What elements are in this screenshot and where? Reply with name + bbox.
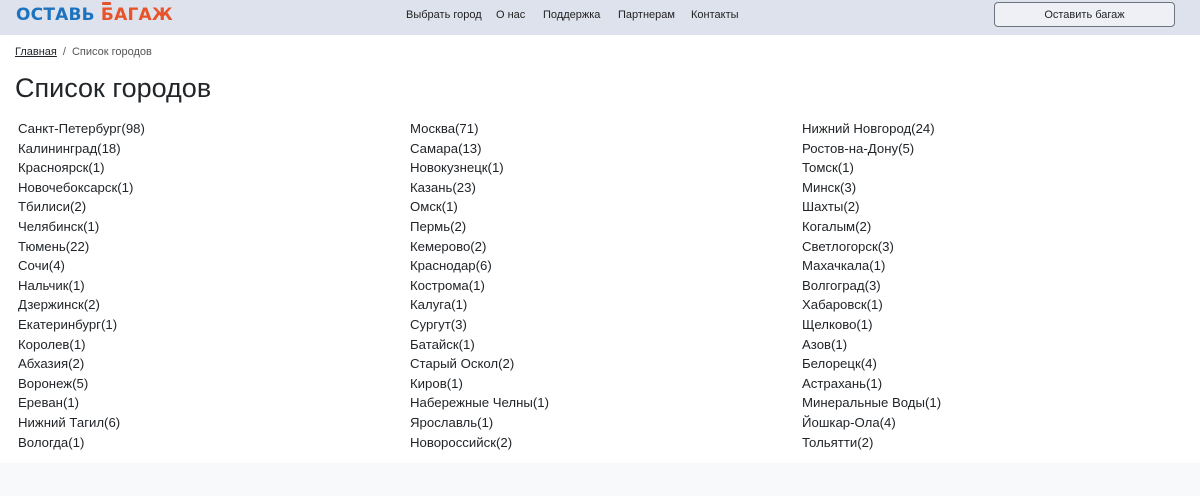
city-link[interactable]: Белорецк(4) xyxy=(802,354,1162,374)
city-link[interactable]: Щелково(1) xyxy=(802,315,1162,335)
logo-text-part2: БАГАЖ xyxy=(101,5,173,25)
city-list-column-2: Москва(71) Самара(13) Новокузнецк(1) Казань… xyxy=(410,119,770,452)
city-link[interactable]: Калуга(1) xyxy=(410,295,770,315)
city-link[interactable]: Абхазия(2) xyxy=(18,354,378,374)
city-link[interactable]: Минск(3) xyxy=(802,178,1162,198)
site-logo[interactable]: ОСТАВЬ БАГАЖ xyxy=(16,5,173,25)
city-link[interactable]: Дзержинск(2) xyxy=(18,295,378,315)
city-link[interactable]: Санкт-Петербург(98) xyxy=(18,119,378,139)
city-list-column-1: Санкт-Петербург(98) Калининград(18) Красно… xyxy=(18,119,378,452)
city-link[interactable]: Королев(1) xyxy=(18,335,378,355)
city-link[interactable]: Екатеринбург(1) xyxy=(18,315,378,335)
city-link[interactable]: Набережные Челны(1) xyxy=(410,393,770,413)
city-link[interactable]: Калининград(18) xyxy=(18,139,378,159)
breadcrumb: Главная / Список городов xyxy=(15,46,152,58)
breadcrumb-home-link[interactable]: Главная xyxy=(15,46,57,58)
main-content: Главная / Список городов Список городов Са… xyxy=(0,35,1200,463)
city-link[interactable]: Светлогорск(3) xyxy=(802,237,1162,257)
city-link[interactable]: Махачкала(1) xyxy=(802,256,1162,276)
leave-luggage-button[interactable]: Оставить багаж xyxy=(994,2,1175,27)
city-link[interactable]: Хабаровск(1) xyxy=(802,295,1162,315)
city-link[interactable]: Новокузнецк(1) xyxy=(410,158,770,178)
city-link[interactable]: Сургут(3) xyxy=(410,315,770,335)
city-link[interactable]: Шахты(2) xyxy=(802,197,1162,217)
logo-text-part2-first: Б xyxy=(100,5,115,25)
city-link[interactable]: Тюмень(22) xyxy=(18,237,378,257)
city-link[interactable]: Батайск(1) xyxy=(410,335,770,355)
nav-partners[interactable]: Партнерам xyxy=(618,9,675,21)
nav-support[interactable]: Поддержка xyxy=(543,9,600,21)
city-link[interactable]: Ярославль(1) xyxy=(410,413,770,433)
top-navbar: ОСТАВЬ БАГАЖ Выбрать город О нас Поддерж… xyxy=(0,0,1200,35)
city-list-column-3: Нижний Новгород(24) Ростов-на-Дону(5) Томс… xyxy=(802,119,1162,452)
city-link[interactable]: Нижний Новгород(24) xyxy=(802,119,1162,139)
city-link[interactable]: Томск(1) xyxy=(802,158,1162,178)
city-link[interactable]: Минеральные Воды(1) xyxy=(802,393,1162,413)
logo-text-part2-rest: АГАЖ xyxy=(114,5,173,25)
city-link[interactable]: Краснодар(6) xyxy=(410,256,770,276)
city-link[interactable]: Тбилиси(2) xyxy=(18,197,378,217)
breadcrumb-current: Список городов xyxy=(71,46,152,58)
city-link[interactable]: Йошкар-Ола(4) xyxy=(802,413,1162,433)
city-link[interactable]: Волгоград(3) xyxy=(802,276,1162,296)
city-link[interactable]: Казань(23) xyxy=(410,178,770,198)
nav-about[interactable]: О нас xyxy=(496,9,525,21)
nav-contacts[interactable]: Контакты xyxy=(691,9,739,21)
city-link[interactable]: Сочи(4) xyxy=(18,256,378,276)
city-link[interactable]: Новороссийск(2) xyxy=(410,433,770,453)
city-link[interactable]: Красноярск(1) xyxy=(18,158,378,178)
city-link[interactable]: Самара(13) xyxy=(410,139,770,159)
city-link[interactable]: Нижний Тагил(6) xyxy=(18,413,378,433)
city-link[interactable]: Когалым(2) xyxy=(802,217,1162,237)
nav-choose-city[interactable]: Выбрать город xyxy=(406,9,482,21)
city-link[interactable]: Астрахань(1) xyxy=(802,374,1162,394)
city-link[interactable]: Челябинск(1) xyxy=(18,217,378,237)
city-link[interactable]: Москва(71) xyxy=(410,119,770,139)
page-title: Список городов xyxy=(15,73,212,103)
city-link[interactable]: Новочебоксарск(1) xyxy=(18,178,378,198)
city-link[interactable]: Омск(1) xyxy=(410,197,770,217)
city-link[interactable]: Вологда(1) xyxy=(18,433,378,453)
city-link[interactable]: Азов(1) xyxy=(802,335,1162,355)
breadcrumb-separator: / xyxy=(62,46,66,58)
city-link[interactable]: Нальчик(1) xyxy=(18,276,378,296)
city-link[interactable]: Ростов-на-Дону(5) xyxy=(802,139,1162,159)
city-link[interactable]: Пермь(2) xyxy=(410,217,770,237)
city-link[interactable]: Тольятти(2) xyxy=(802,433,1162,453)
logo-text-part1: ОСТАВЬ xyxy=(16,5,95,25)
city-link[interactable]: Ереван(1) xyxy=(18,393,378,413)
city-link[interactable]: Киров(1) xyxy=(410,374,770,394)
city-link[interactable]: Кострома(1) xyxy=(410,276,770,296)
city-link[interactable]: Воронеж(5) xyxy=(18,374,378,394)
city-link[interactable]: Кемерово(2) xyxy=(410,237,770,257)
city-link[interactable]: Старый Оскол(2) xyxy=(410,354,770,374)
